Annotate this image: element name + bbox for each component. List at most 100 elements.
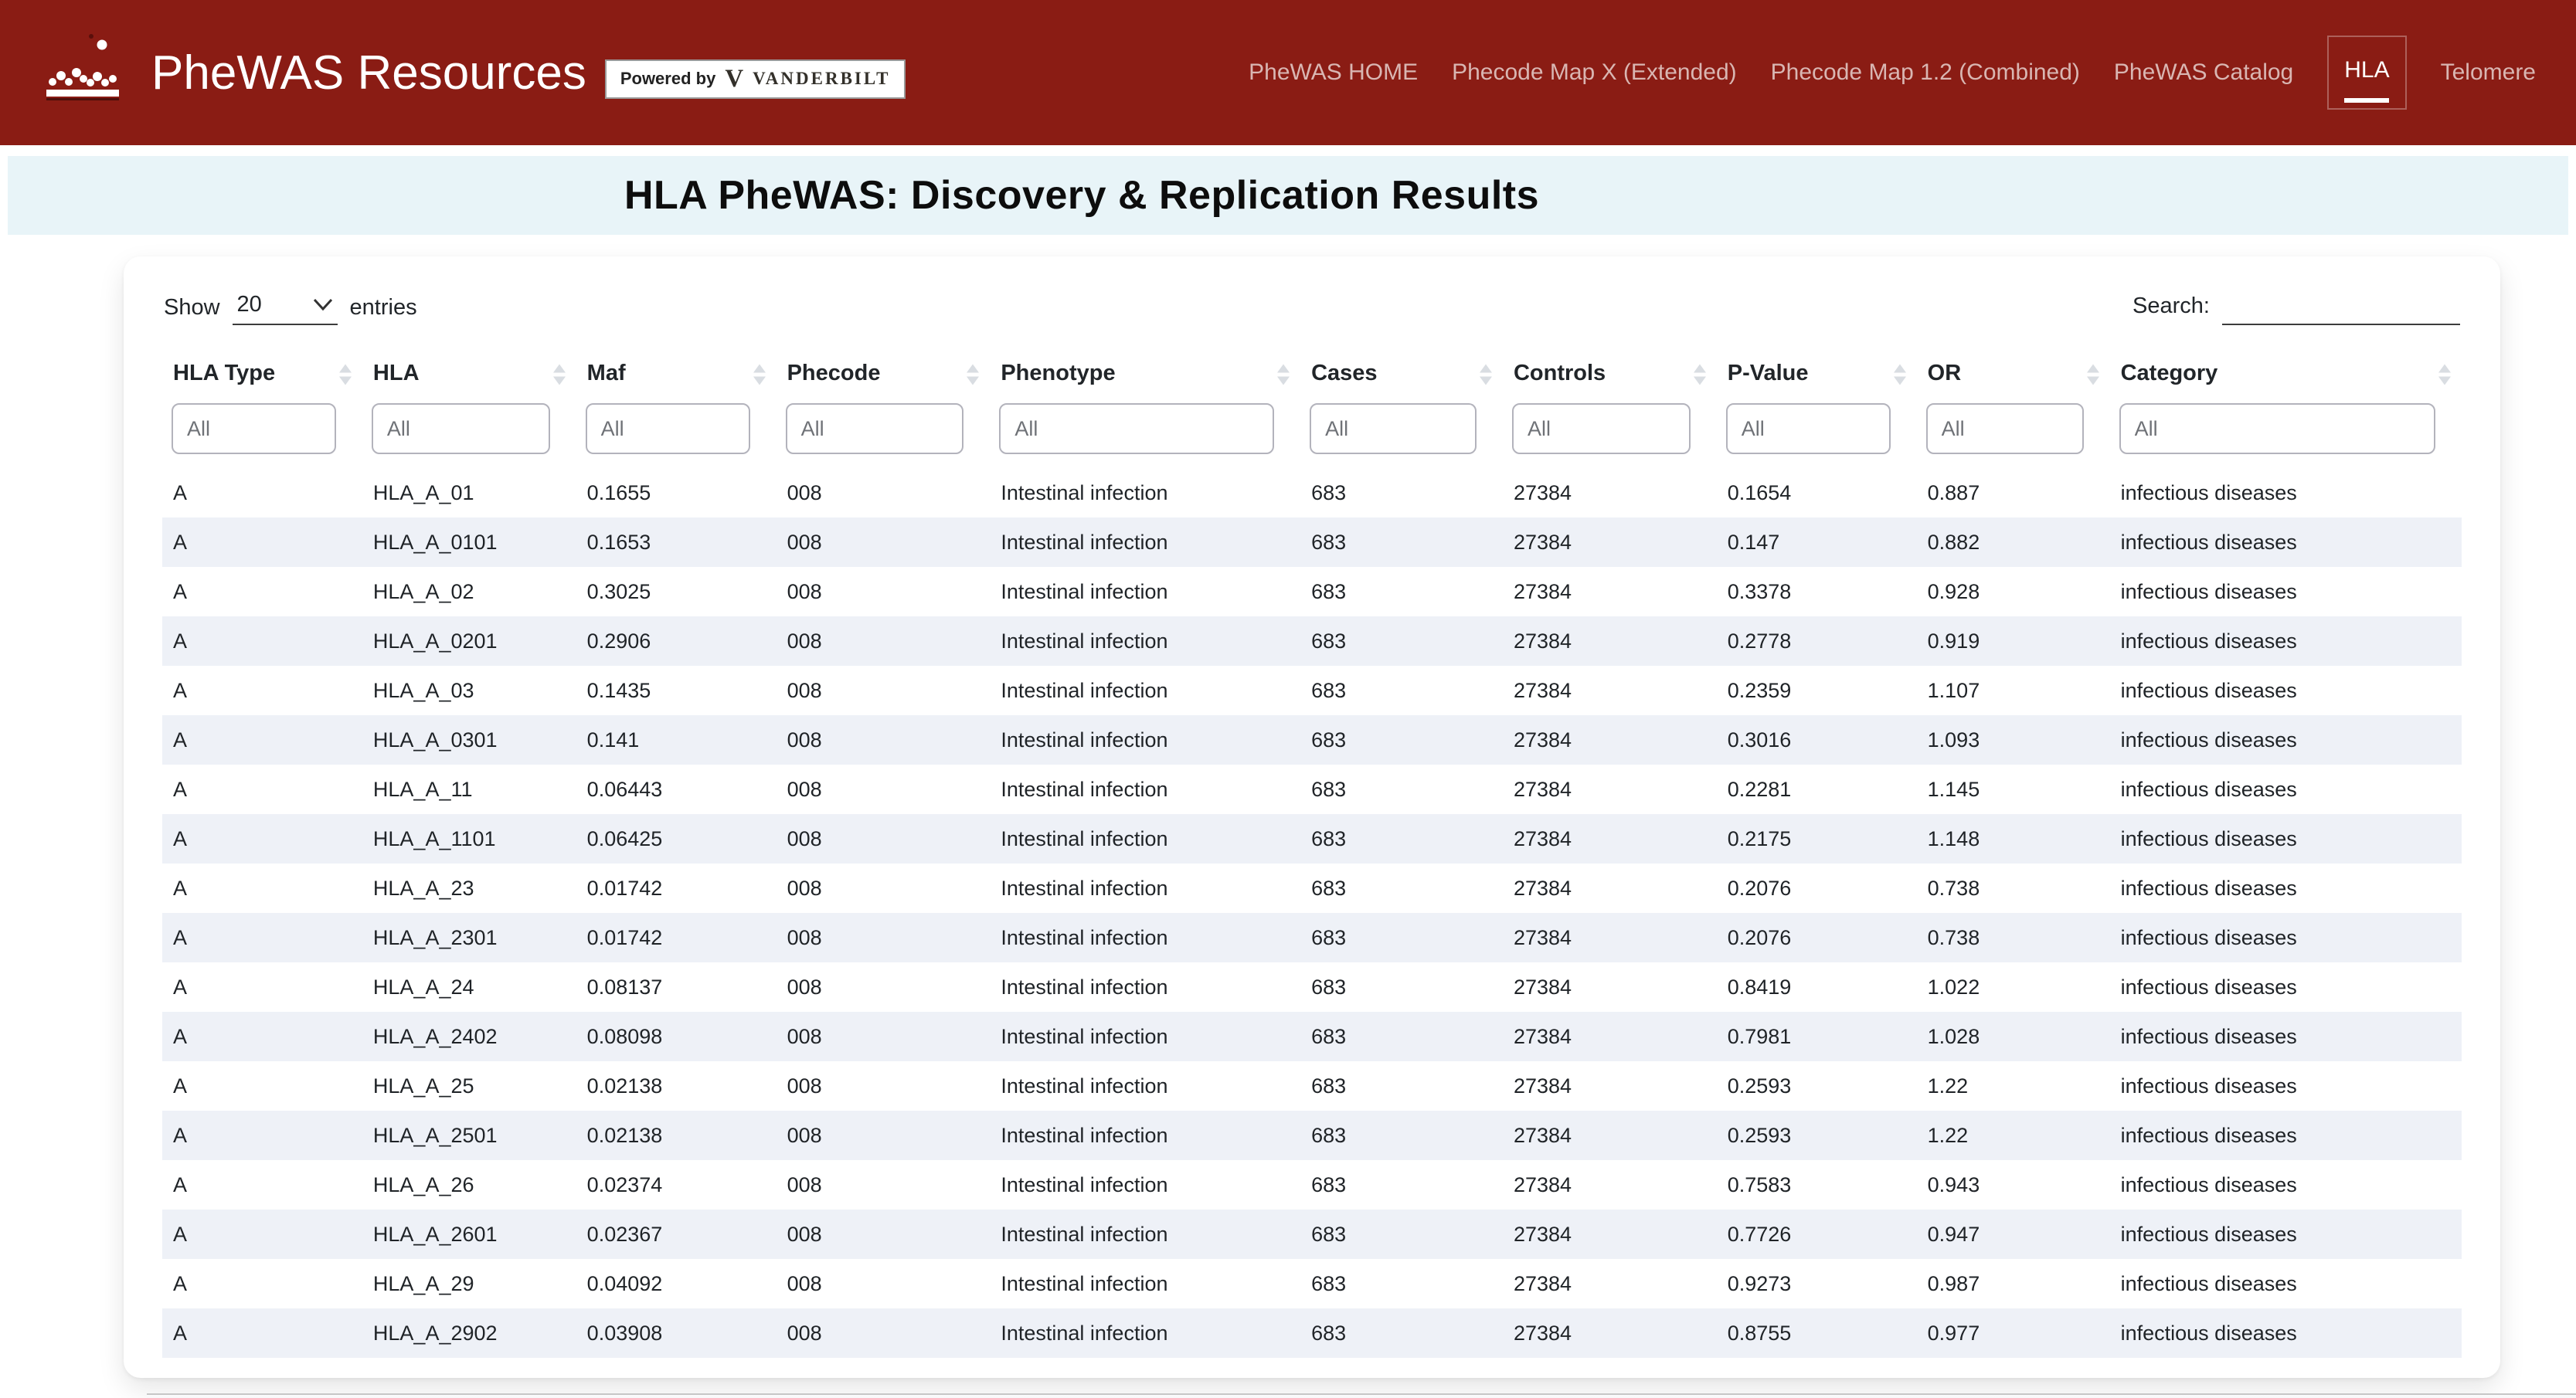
sort-icon (1694, 364, 1706, 385)
nav-item-phewas-catalog[interactable]: PheWAS Catalog (2114, 38, 2293, 107)
column-header-hla[interactable]: HLA (362, 348, 576, 400)
cell-hla-type: A (162, 765, 362, 814)
cell-maf: 0.08137 (576, 962, 777, 1012)
column-header-category[interactable]: Category (2110, 348, 2462, 400)
cell-hla-type: A (162, 864, 362, 913)
table-row: AHLA_A_24020.08098008Intestinal infectio… (162, 1012, 2462, 1061)
table-row: AHLA_A_020.3025008Intestinal infection68… (162, 567, 2462, 616)
cell-p-value: 0.3016 (1717, 715, 1917, 765)
cell-p-value: 0.7583 (1717, 1160, 1917, 1210)
cell-phecode: 008 (777, 962, 991, 1012)
cell-category: infectious diseases (2110, 1160, 2462, 1210)
cell-hla-type: A (162, 715, 362, 765)
column-header-label: HLA Type (173, 361, 275, 385)
chevron-down-icon (313, 298, 333, 311)
cell-or: 0.928 (1917, 567, 2110, 616)
vanderbilt-badge[interactable]: Powered by V VANDERBILT (605, 59, 906, 99)
cell-or: 1.028 (1917, 1012, 2110, 1061)
cell-hla: HLA_A_2601 (362, 1210, 576, 1259)
cell-hla: HLA_A_0301 (362, 715, 576, 765)
column-header-p-value[interactable]: P-Value (1717, 348, 1917, 400)
cell-controls: 27384 (1503, 468, 1717, 517)
cell-hla: HLA_A_2501 (362, 1111, 576, 1160)
cell-hla: HLA_A_24 (362, 962, 576, 1012)
table-row: AHLA_A_25010.02138008Intestinal infectio… (162, 1111, 2462, 1160)
cell-cases: 683 (1300, 814, 1503, 864)
cell-p-value: 0.1654 (1717, 468, 1917, 517)
cell-hla-type: A (162, 468, 362, 517)
cell-p-value: 0.8419 (1717, 962, 1917, 1012)
cell-phenotype: Intestinal infection (990, 1111, 1300, 1160)
cell-controls: 27384 (1503, 666, 1717, 715)
table-row: AHLA_A_110.06443008Intestinal infection6… (162, 765, 2462, 814)
vanderbilt-v-icon: V (725, 66, 743, 92)
filter-input-cases[interactable] (1310, 403, 1477, 454)
nav-item-phewas-home[interactable]: PheWAS HOME (1249, 38, 1418, 107)
column-header-or[interactable]: OR (1917, 348, 2110, 400)
cell-hla: HLA_A_0201 (362, 616, 576, 666)
filter-input-p-value[interactable] (1726, 403, 1891, 454)
cell-or: 1.148 (1917, 814, 2110, 864)
cell-hla: HLA_A_1101 (362, 814, 576, 864)
cell-phecode: 008 (777, 765, 991, 814)
cell-phecode: 008 (777, 1111, 991, 1160)
cell-cases: 683 (1300, 1210, 1503, 1259)
filter-input-category[interactable] (2119, 403, 2435, 454)
cell-hla-type: A (162, 1160, 362, 1210)
page-title: HLA PheWAS: Discovery & Replication Resu… (8, 172, 2156, 219)
cell-hla: HLA_A_29 (362, 1259, 576, 1308)
table-header-row: HLA Type HLA Maf Phecode Phenotype Cases Contr… (162, 348, 2462, 400)
cell-cases: 683 (1300, 1111, 1503, 1160)
column-header-label: Maf (587, 361, 626, 385)
cell-phenotype: Intestinal infection (990, 468, 1300, 517)
main-nav: PheWAS HOME Phecode Map X (Extended) Pheco… (1249, 36, 2536, 110)
table-row: AHLA_A_260.02374008Intestinal infection6… (162, 1160, 2462, 1210)
app-header: PheWAS Resources Powered by V VANDERBILT… (0, 0, 2576, 145)
nav-item-hla[interactable]: HLA (2327, 36, 2406, 110)
column-header-phenotype[interactable]: Phenotype (990, 348, 1300, 400)
cell-maf: 0.2906 (576, 616, 777, 666)
filter-input-hla[interactable] (372, 403, 550, 454)
page-length-select[interactable]: 20 (233, 290, 338, 325)
filter-input-or[interactable] (1926, 403, 2084, 454)
column-header-label: Phecode (787, 361, 881, 385)
cell-phecode: 008 (777, 1259, 991, 1308)
column-header-label: P-Value (1728, 361, 1809, 385)
filter-input-phenotype[interactable] (999, 403, 1274, 454)
results-table: HLA Type HLA Maf Phecode Phenotype Cases Contr… (162, 348, 2462, 1358)
table-row: AHLA_A_250.02138008Intestinal infection6… (162, 1061, 2462, 1111)
nav-item-telomere[interactable]: Telomere (2441, 38, 2536, 107)
filter-input-hla-type[interactable] (172, 403, 336, 454)
cell-maf: 0.02138 (576, 1111, 777, 1160)
column-header-label: Controls (1514, 361, 1606, 385)
cell-phenotype: Intestinal infection (990, 1061, 1300, 1111)
cell-or: 0.947 (1917, 1210, 2110, 1259)
cell-phecode: 008 (777, 814, 991, 864)
filter-input-maf[interactable] (586, 403, 750, 454)
cell-p-value: 0.2281 (1717, 765, 1917, 814)
cell-hla: HLA_A_2402 (362, 1012, 576, 1061)
cell-or: 1.145 (1917, 765, 2110, 814)
page-length-control: Show 20 entries (164, 290, 417, 325)
cell-phecode: 008 (777, 517, 991, 567)
cell-category: infectious diseases (2110, 517, 2462, 567)
title-banner: HLA PheWAS: Discovery & Replication Resu… (8, 156, 2568, 235)
column-header-phecode[interactable]: Phecode (777, 348, 991, 400)
filter-input-phecode[interactable] (786, 403, 964, 454)
cell-controls: 27384 (1503, 616, 1717, 666)
filter-input-controls[interactable] (1512, 403, 1691, 454)
cell-category: infectious diseases (2110, 864, 2462, 913)
column-header-hla-type[interactable]: HLA Type (162, 348, 362, 400)
cell-hla: HLA_A_2301 (362, 913, 576, 962)
cell-cases: 683 (1300, 517, 1503, 567)
column-header-maf[interactable]: Maf (576, 348, 777, 400)
column-header-controls[interactable]: Controls (1503, 348, 1717, 400)
column-header-label: Cases (1311, 361, 1377, 385)
cell-cases: 683 (1300, 468, 1503, 517)
nav-item-phecode-map-1-2-combined[interactable]: Phecode Map 1.2 (Combined) (1771, 38, 2080, 107)
cell-or: 0.977 (1917, 1308, 2110, 1358)
search-input[interactable] (2222, 294, 2460, 325)
sort-icon (2087, 364, 2099, 385)
nav-item-phecode-map-x-extended[interactable]: Phecode Map X (Extended) (1452, 38, 1737, 107)
column-header-cases[interactable]: Cases (1300, 348, 1503, 400)
